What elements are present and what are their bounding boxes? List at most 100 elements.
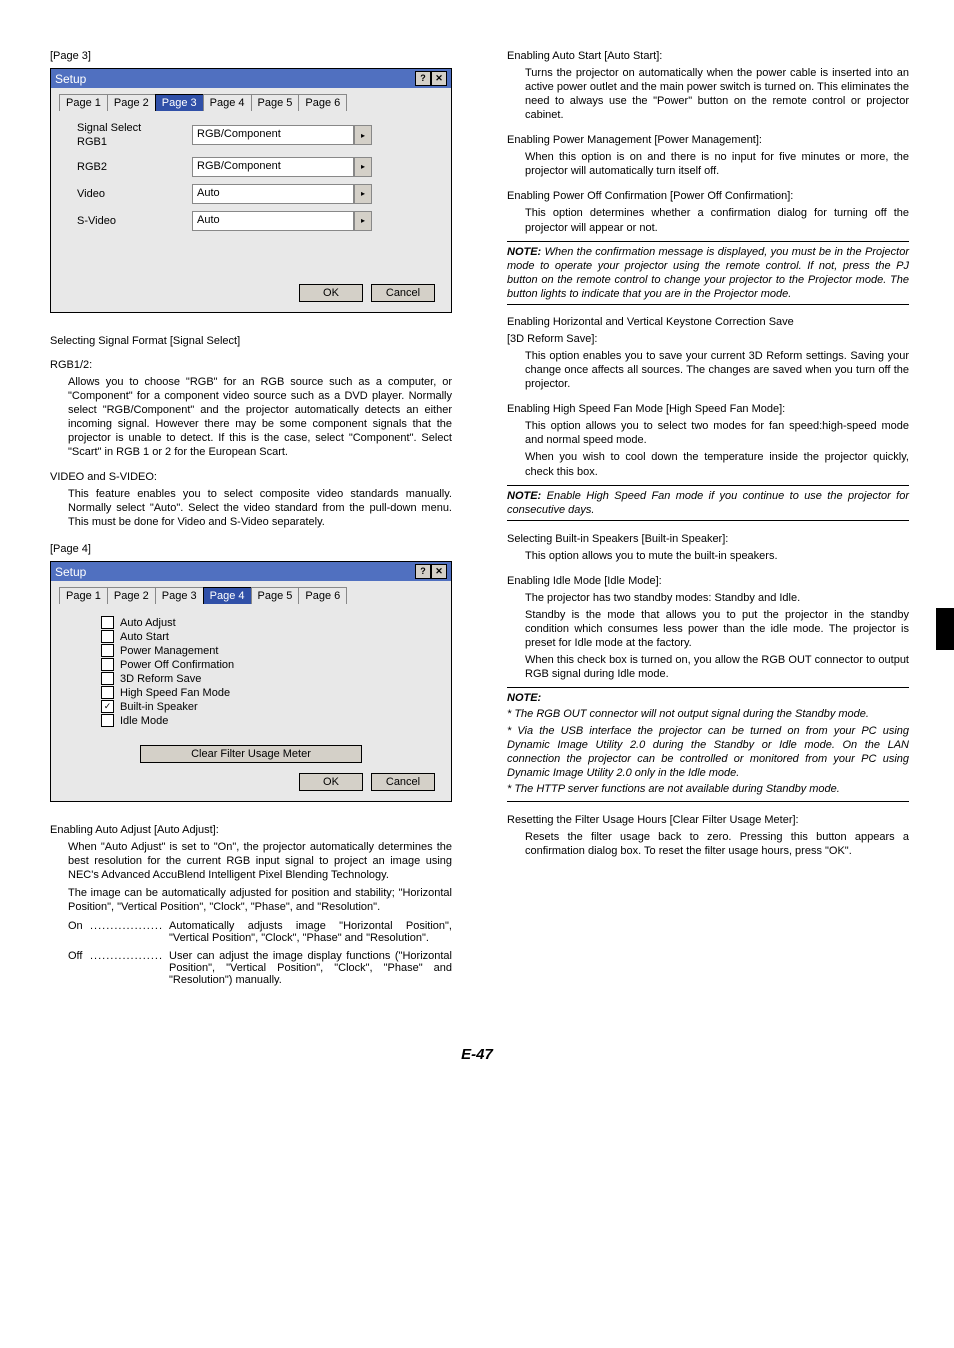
checkbox[interactable]: ✓ [101, 700, 114, 713]
left-column: [Page 3] Setup ? ✕ Page 1Page 2Page 3Pag… [50, 50, 452, 986]
cancel-button[interactable]: Cancel [371, 284, 435, 302]
select-value: RGB/Component [192, 125, 354, 145]
dialog-titlebar: Setup ? ✕ [51, 562, 451, 581]
chevron-right-icon[interactable]: ▸ [354, 211, 372, 231]
note-head: NOTE: [507, 246, 541, 258]
reset-para: Resets the filter usage back to zero. Pr… [525, 830, 909, 858]
tab-page-5[interactable]: Page 5 [251, 587, 300, 604]
setup-dialog-page4: Setup ? ✕ Page 1Page 2Page 3Page 4Page 5… [50, 561, 452, 802]
close-icon[interactable]: ✕ [431, 564, 447, 579]
select-rgb2[interactable]: RGB/Component ▸ [192, 157, 372, 177]
fan-para2: When you wish to cool down the temperatu… [525, 450, 909, 478]
hvk-heading: Enabling Horizontal and Vertical Keyston… [507, 315, 909, 329]
note-head: NOTE: [507, 490, 541, 502]
tab-page-4[interactable]: Page 4 [203, 587, 252, 604]
page4-label: [Page 4] [50, 543, 452, 555]
ok-button[interactable]: OK [299, 773, 363, 791]
chevron-right-icon[interactable]: ▸ [354, 125, 372, 145]
dialog-body: Page 1Page 2Page 3Page 4Page 5Page 6 Aut… [51, 581, 451, 801]
ok-button[interactable]: OK [299, 284, 363, 302]
check-row: Idle Mode [101, 714, 443, 727]
checkbox[interactable] [101, 714, 114, 727]
tab-page-6[interactable]: Page 6 [298, 94, 347, 111]
tab-page-1[interactable]: Page 1 [59, 587, 108, 604]
select-value: Auto [192, 184, 354, 204]
idle-para1: The projector has two standby modes: Sta… [525, 591, 909, 605]
auto-start-heading: Enabling Auto Start [Auto Start]: [507, 50, 909, 62]
check-label: Auto Start [120, 631, 169, 643]
checkbox[interactable] [101, 644, 114, 657]
chevron-right-icon[interactable]: ▸ [354, 184, 372, 204]
help-icon[interactable]: ? [415, 71, 431, 86]
select-rgb1[interactable]: RGB/Component ▸ [192, 125, 372, 145]
tab-page-5[interactable]: Page 5 [251, 94, 300, 111]
selecting-signal-heading: Selecting Signal Format [Signal Select] [50, 335, 452, 347]
chevron-right-icon[interactable]: ▸ [354, 157, 372, 177]
tab-page-3[interactable]: Page 3 [155, 587, 204, 604]
dialog-body: Page 1Page 2Page 3Page 4Page 5Page 6 Sig… [51, 88, 451, 312]
check-label: Built-in Speaker [120, 701, 198, 713]
field-label-rgb2: RGB2 [77, 161, 192, 173]
select-value: Auto [192, 211, 354, 231]
setup-dialog-page3: Setup ? ✕ Page 1Page 2Page 3Page 4Page 5… [50, 68, 452, 313]
cancel-button[interactable]: Cancel [371, 773, 435, 791]
tab-page-3[interactable]: Page 3 [155, 94, 204, 111]
check-row: Power Management [101, 644, 443, 657]
note-body: Enable High Speed Fan mode if you contin… [507, 490, 909, 516]
tab-page-2[interactable]: Page 2 [107, 587, 156, 604]
check-label: 3D Reform Save [120, 673, 201, 685]
on-text: Automatically adjusts image "Horizontal … [169, 920, 452, 944]
auto-start-para: Turns the projector on automatically whe… [525, 66, 909, 122]
check-row: High Speed Fan Mode [101, 686, 443, 699]
close-icon[interactable]: ✕ [431, 71, 447, 86]
clear-filter-button[interactable]: Clear Filter Usage Meter [140, 745, 362, 763]
checkbox[interactable] [101, 672, 114, 685]
on-row: On .................. Automatically adju… [68, 920, 452, 944]
speaker-para: This option allows you to mute the built… [525, 549, 909, 563]
page3-label: [Page 3] [50, 50, 452, 62]
help-icon[interactable]: ? [415, 564, 431, 579]
checkbox[interactable] [101, 658, 114, 671]
check-label: Auto Adjust [120, 617, 176, 629]
check-label: Idle Mode [120, 715, 168, 727]
note-head: NOTE: [507, 692, 541, 704]
note-block-1: NOTE: When the confirmation message is d… [507, 241, 909, 305]
check-label: Power Off Confirmation [120, 659, 234, 671]
on-label: On [68, 920, 90, 944]
side-tab-marker [936, 608, 954, 650]
page-content: [Page 3] Setup ? ✕ Page 1Page 2Page 3Pag… [0, 0, 954, 1026]
tab-strip: Page 1Page 2Page 3Page 4Page 5Page 6 [59, 94, 443, 111]
signal-select-heading: Signal Select [77, 122, 141, 134]
tab-page-1[interactable]: Page 1 [59, 94, 108, 111]
select-video[interactable]: Auto ▸ [192, 184, 372, 204]
check-row: Power Off Confirmation [101, 658, 443, 671]
checkbox-list: Auto Adjust Auto StartPower Management Pow… [101, 616, 443, 727]
checkbox[interactable] [101, 616, 114, 629]
idle-heading: Enabling Idle Mode [Idle Mode]: [507, 575, 909, 587]
tab-page-4[interactable]: Page 4 [203, 94, 252, 111]
note-item: * The RGB OUT connector will not output … [507, 707, 909, 721]
checkbox[interactable] [101, 630, 114, 643]
dots: .................. [90, 950, 163, 986]
pm-para: When this option is on and there is no i… [525, 150, 909, 178]
pm-heading: Enabling Power Management [Power Managem… [507, 134, 909, 146]
note-item: * Via the USB interface the projector ca… [507, 724, 909, 780]
page-number: E-47 [0, 1046, 954, 1063]
auto-adjust-para2: The image can be automatically adjusted … [68, 886, 452, 914]
rgb12-label: RGB1/2: [50, 359, 452, 371]
check-label: High Speed Fan Mode [120, 687, 230, 699]
fan-heading: Enabling High Speed Fan Mode [High Speed… [507, 403, 909, 415]
check-row: Auto Start [101, 630, 443, 643]
select-svideo[interactable]: Auto ▸ [192, 211, 372, 231]
tab-page-2[interactable]: Page 2 [107, 94, 156, 111]
right-column: Enabling Auto Start [Auto Start]: Turns … [507, 50, 909, 986]
dialog-titlebar: Setup ? ✕ [51, 69, 451, 88]
checkbox[interactable] [101, 686, 114, 699]
hvk-sub: [3D Reform Save]: [507, 332, 909, 346]
off-label: Off [68, 950, 90, 986]
tab-page-6[interactable]: Page 6 [298, 587, 347, 604]
field-label-video: Video [77, 188, 192, 200]
rgb12-para: Allows you to choose "RGB" for an RGB so… [68, 375, 452, 459]
dialog-title-text: Setup [55, 565, 86, 579]
field-label-svideo: S-Video [77, 215, 192, 227]
